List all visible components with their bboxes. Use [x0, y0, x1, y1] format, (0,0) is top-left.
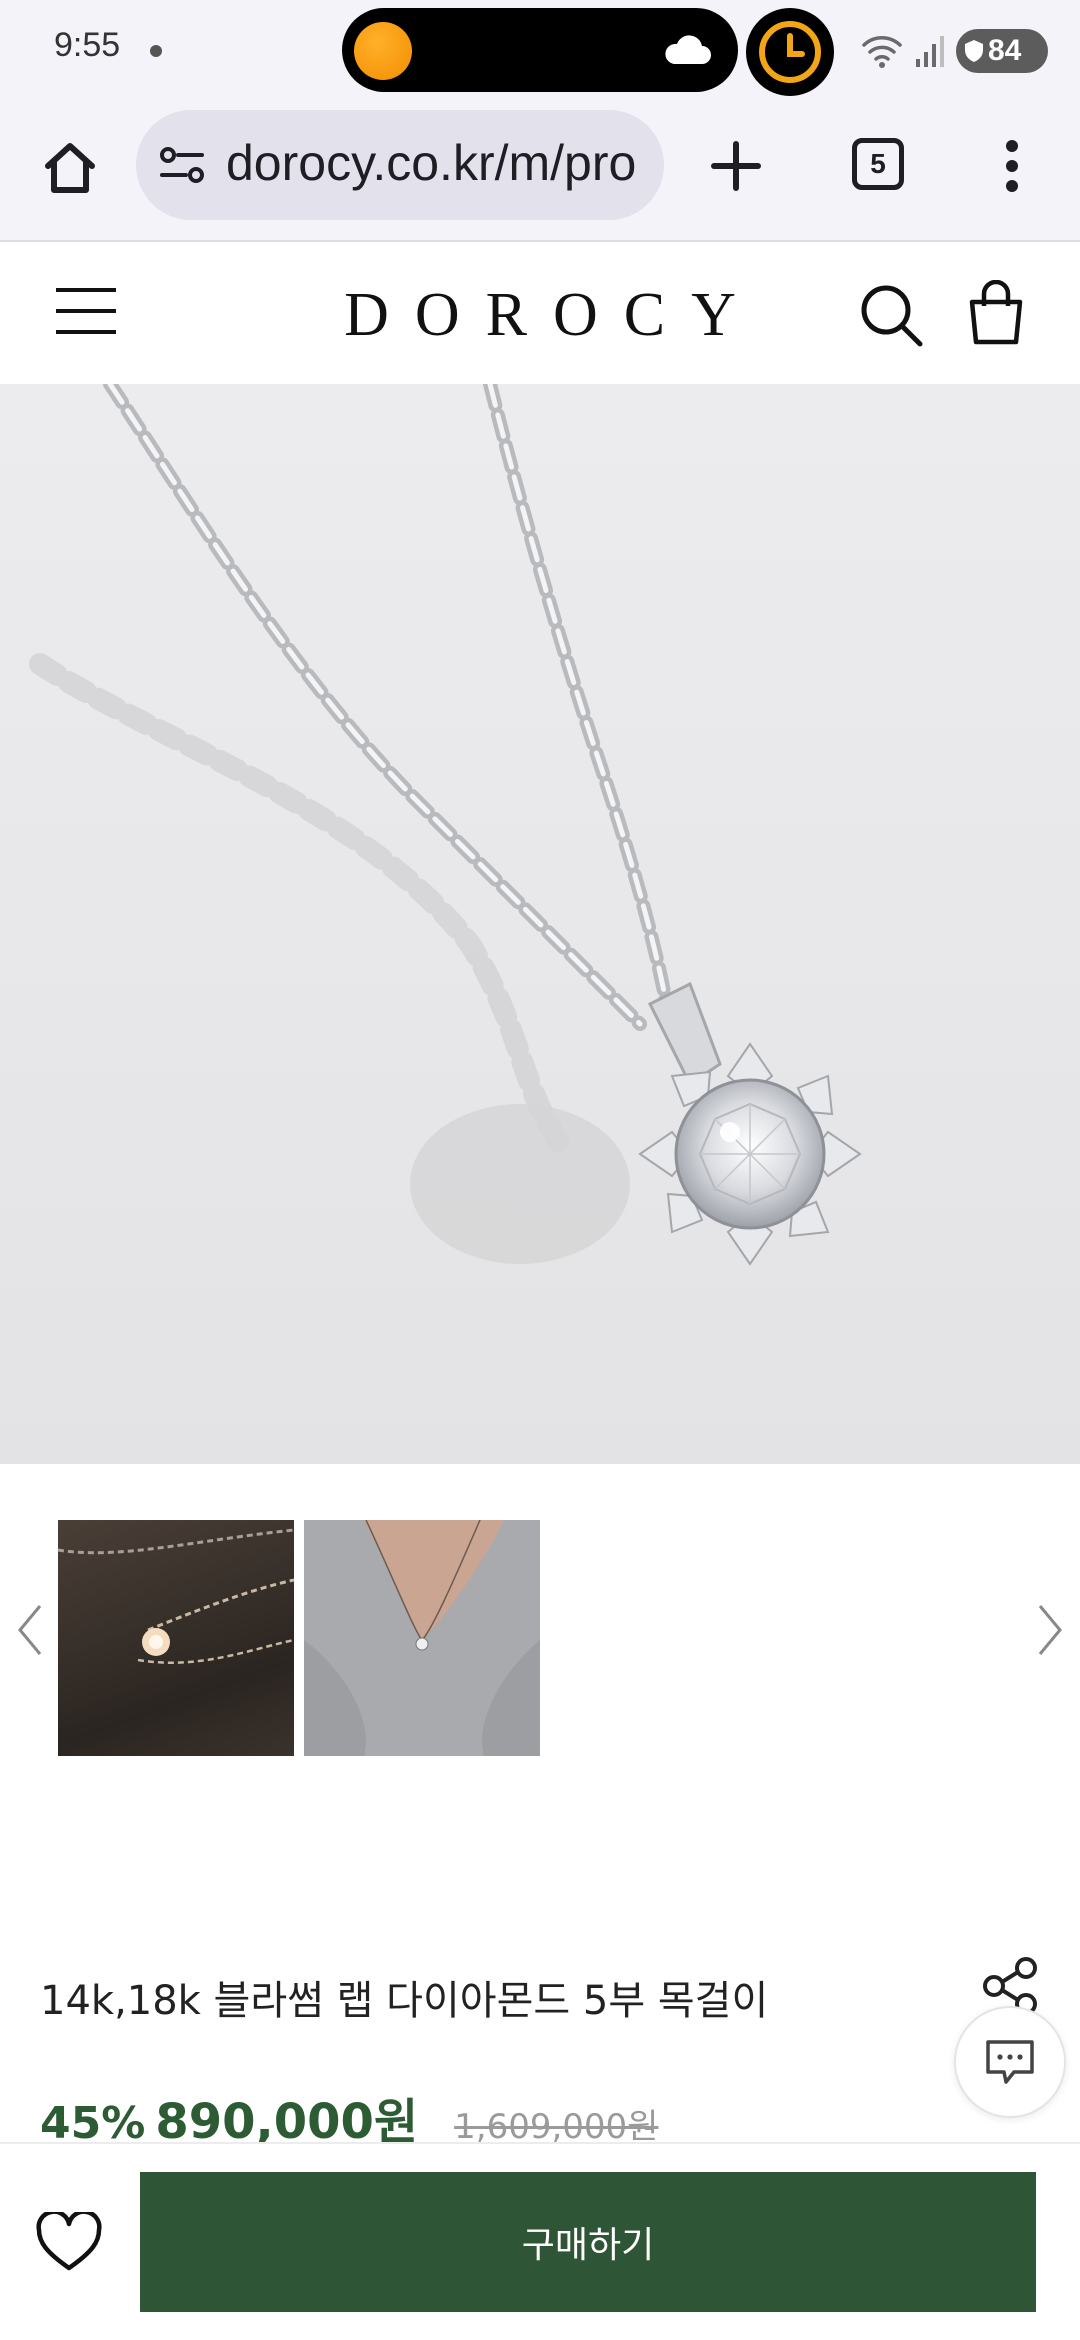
browser-toolbar: dorocy.co.kr/m/pro 5	[0, 100, 1080, 242]
necklace-photo	[29, 384, 862, 1266]
carousel-next-icon[interactable]	[1034, 1602, 1066, 1658]
home-icon[interactable]	[38, 136, 102, 200]
new-tab-icon[interactable]	[706, 136, 766, 196]
search-icon[interactable]	[858, 282, 924, 348]
status-icons: 84	[860, 26, 1048, 76]
battery-level: 84	[988, 34, 1022, 67]
product-main-image[interactable]	[0, 384, 1080, 1464]
buy-button[interactable]: 구매하기	[140, 2172, 1036, 2312]
thumbnail-carousel	[0, 1464, 1080, 1794]
thumbnail-2[interactable]	[304, 1520, 540, 1756]
wifi-icon	[862, 36, 902, 68]
status-bar: 9:55 84	[0, 0, 1080, 100]
shield-icon	[965, 40, 983, 62]
signal-icon	[916, 36, 944, 67]
carousel-prev-icon[interactable]	[14, 1602, 46, 1658]
product-title: 14k,18k 블라썸 랩 다이아몬드 5부 목걸이	[40, 1978, 769, 2024]
battery-indicator: 84	[956, 29, 1048, 73]
address-bar[interactable]: dorocy.co.kr/m/pro	[136, 110, 664, 220]
chat-bubble-icon	[986, 2040, 1034, 2084]
url-text[interactable]: dorocy.co.kr/m/pro	[226, 134, 656, 192]
thumbnail-2-photo	[304, 1520, 540, 1756]
original-price: 1,609,000원	[454, 2107, 659, 2147]
purchase-bar: 구매하기	[0, 2142, 1080, 2340]
dynamic-island	[342, 8, 738, 92]
cloud-icon	[665, 35, 711, 64]
thumbnail-1-photo	[58, 1528, 294, 1664]
tab-switcher-button[interactable]: 5	[852, 138, 904, 190]
shopping-bag-icon[interactable]	[966, 280, 1026, 346]
chat-button[interactable]	[954, 2006, 1066, 2118]
more-options-icon[interactable]	[998, 136, 1026, 196]
timer-icon	[746, 8, 834, 96]
shop-header: DOROCY	[0, 244, 1080, 384]
notification-dot-icon	[150, 45, 162, 57]
thumbnail-1[interactable]	[58, 1520, 294, 1756]
site-settings-icon[interactable]	[158, 146, 206, 184]
status-time: 9:55	[54, 26, 121, 64]
media-orb-icon	[354, 22, 412, 80]
wishlist-heart-icon[interactable]	[36, 2212, 102, 2272]
tab-count: 5	[870, 148, 886, 179]
